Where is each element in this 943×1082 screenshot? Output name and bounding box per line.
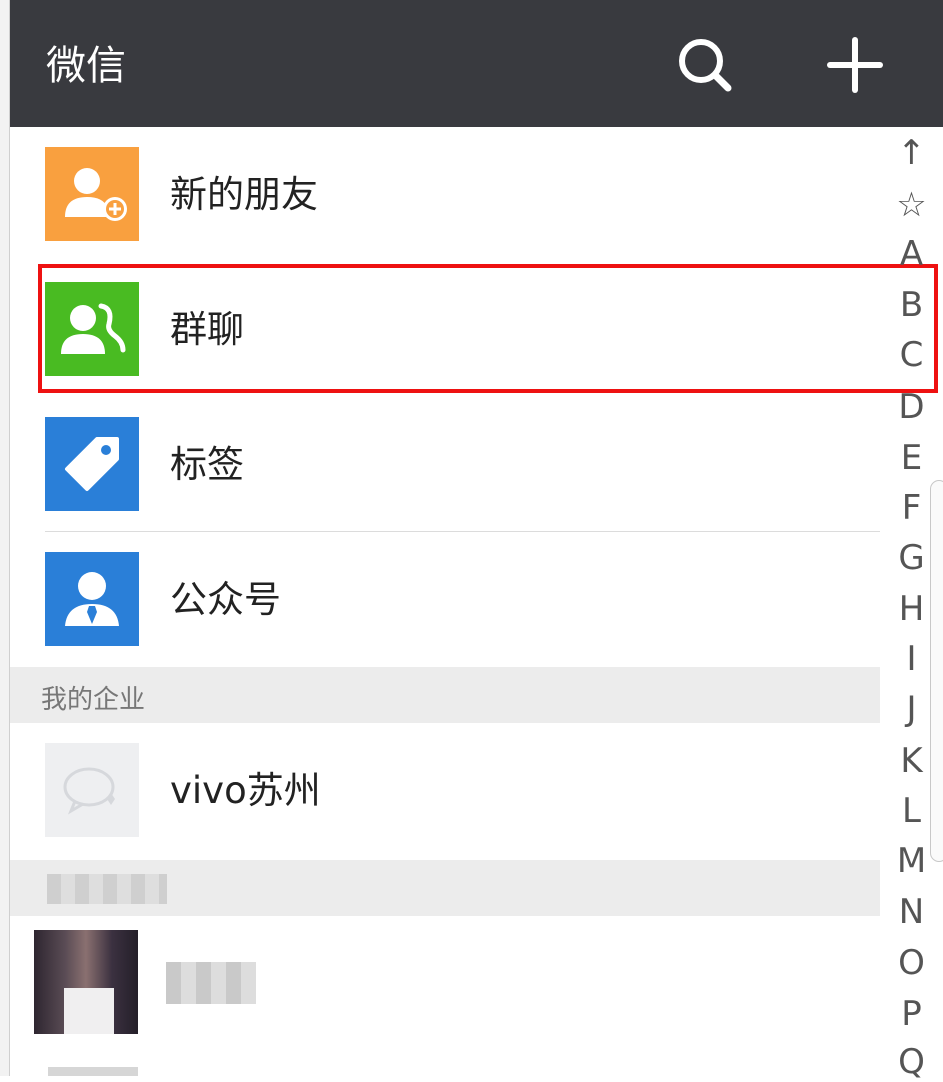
index-star[interactable]: ☆ [880, 185, 943, 225]
index-letter-a[interactable]: A [880, 234, 943, 274]
group-chat-icon [45, 282, 139, 376]
enterprise-item[interactable]: vivo苏州 [10, 723, 880, 858]
index-letter-b[interactable]: B [880, 285, 943, 325]
index-letter-g[interactable]: G [880, 538, 943, 578]
alphabet-index-bar[interactable]: ↑ ☆ A B C D E F G H I J K L M N O P Q [880, 127, 943, 1082]
index-letter-f[interactable]: F [880, 488, 943, 528]
index-letter-n[interactable]: N [880, 892, 943, 932]
add-button[interactable] [820, 30, 890, 100]
group-chat-item[interactable]: 群聊 [10, 262, 880, 397]
official-accounts-label: 公众号 [170, 578, 281, 621]
tags-label: 标签 [170, 443, 244, 486]
plus-icon [827, 37, 883, 93]
search-icon [679, 39, 732, 92]
index-letter-e[interactable]: E [880, 438, 943, 478]
index-letter-d[interactable]: D [880, 387, 943, 427]
index-letter-j[interactable]: J [880, 689, 943, 729]
tag-icon [45, 417, 139, 511]
top-bar: 微信 [10, 0, 943, 127]
group-chat-label: 群聊 [170, 308, 244, 351]
index-letter-h[interactable]: H [880, 589, 943, 629]
tags-item[interactable]: 标签 [10, 397, 880, 532]
contact-avatar [34, 930, 138, 1034]
app-title: 微信 [46, 43, 126, 89]
index-letter-l[interactable]: L [880, 791, 943, 831]
index-letter-o[interactable]: O [880, 943, 943, 983]
official-account-icon [45, 552, 139, 646]
add-friend-icon [45, 147, 139, 241]
left-edge [0, 0, 10, 1076]
index-letter-i[interactable]: I [880, 639, 943, 679]
new-friends-item[interactable]: 新的朋友 [10, 127, 880, 262]
enterprise-label: vivo苏州 [170, 769, 321, 812]
official-accounts-item[interactable]: 公众号 [10, 532, 880, 667]
index-letter-k[interactable]: K [880, 741, 943, 781]
index-letter-c[interactable]: C [880, 335, 943, 375]
contacts-list: 新的朋友 群聊 标签 公众号 我的企业 vivo苏州 [10, 127, 880, 1076]
index-top-arrow[interactable]: ↑ [880, 133, 943, 173]
blurred-header-text [47, 874, 167, 904]
contact-name [166, 962, 256, 1004]
section-header-label: 我的企业 [41, 685, 146, 715]
new-friends-label: 新的朋友 [170, 173, 318, 216]
section-header-enterprise: 我的企业 [10, 667, 880, 723]
index-letter-p[interactable]: P [880, 994, 943, 1034]
index-letter-q[interactable]: Q [880, 1042, 943, 1082]
search-button[interactable] [670, 30, 740, 100]
enterprise-chat-icon [45, 743, 139, 837]
section-header-blurred [10, 860, 880, 916]
contact-item[interactable] [10, 916, 880, 1056]
next-contact-avatar [48, 1067, 138, 1076]
index-letter-m[interactable]: M [880, 841, 943, 881]
